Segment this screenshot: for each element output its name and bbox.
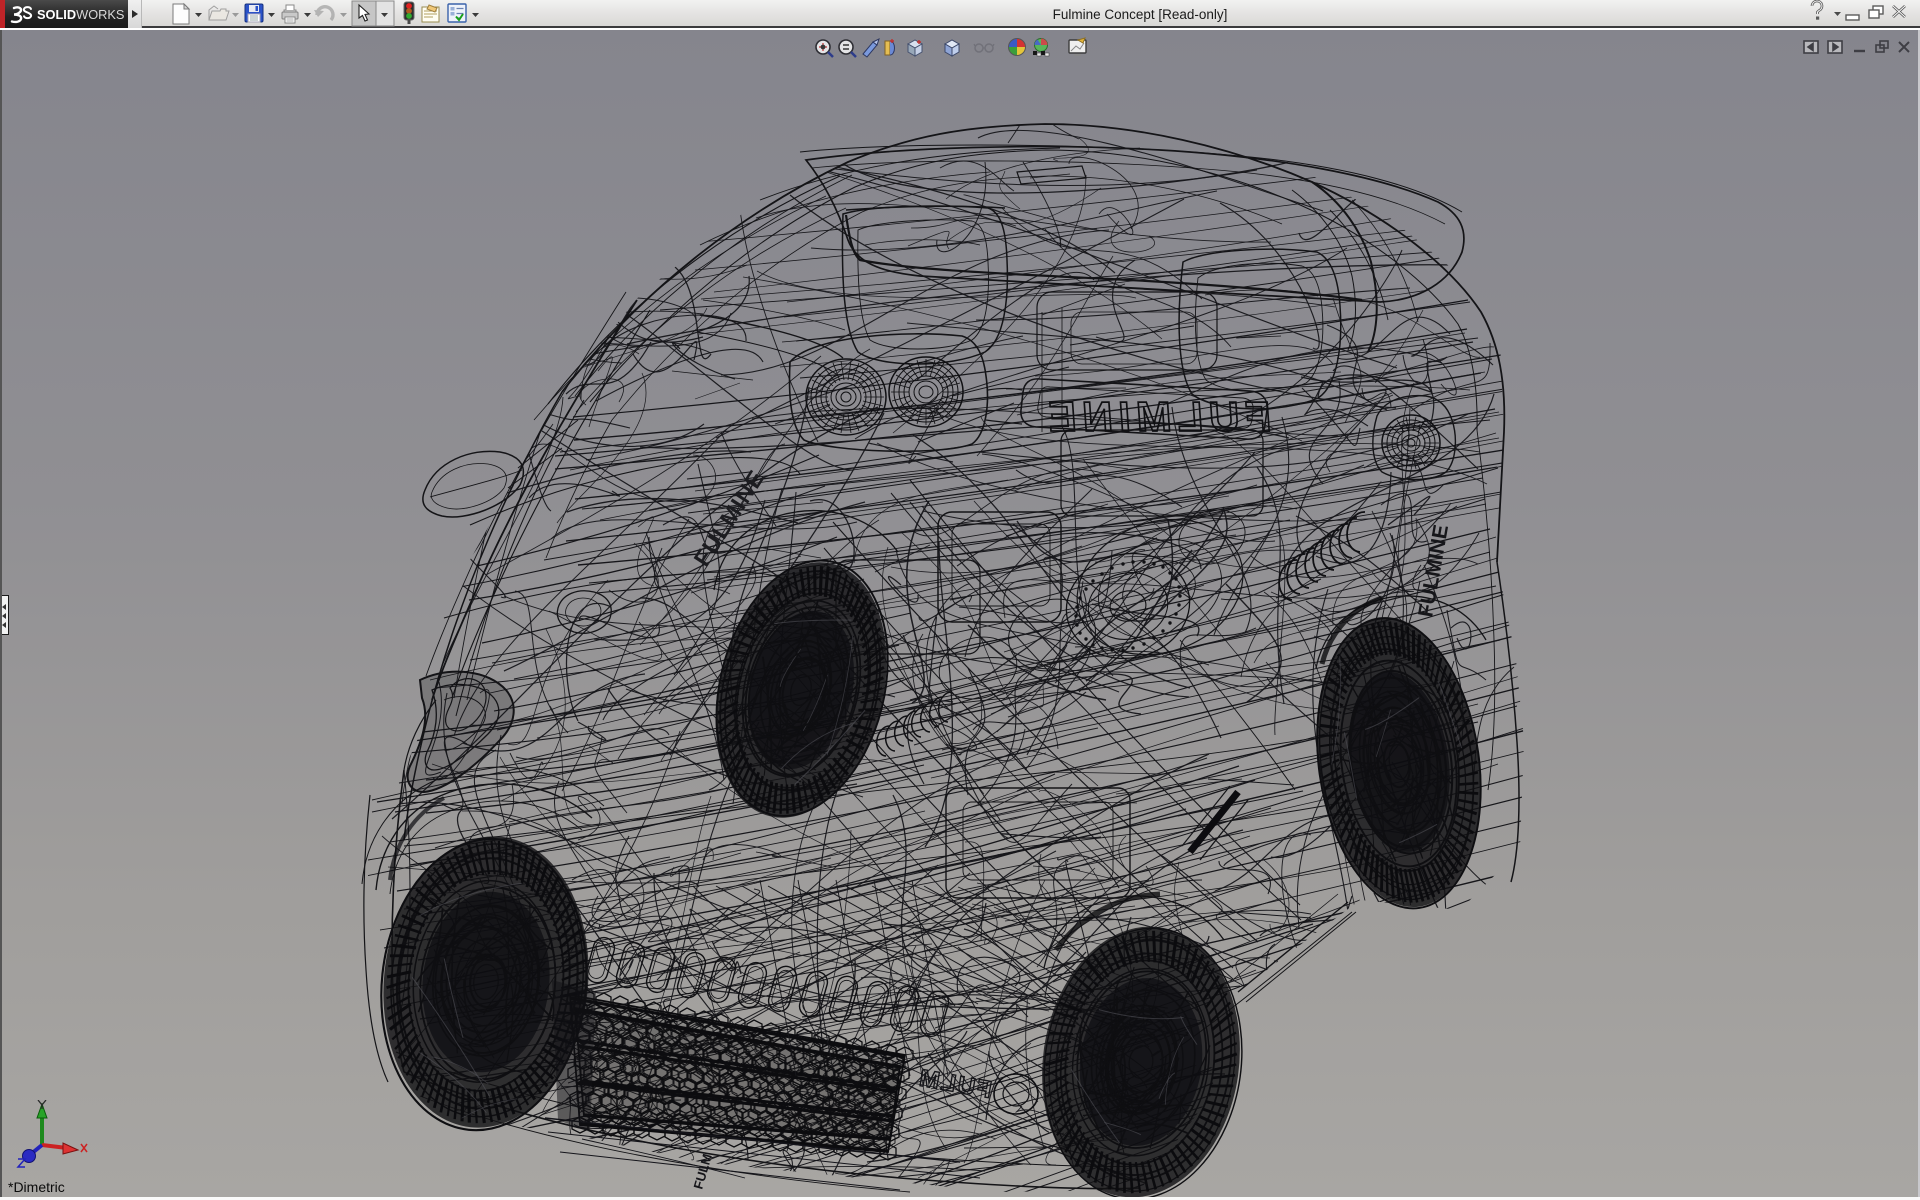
svg-text:SOLIDWORKS: SOLIDWORKS xyxy=(37,7,124,22)
svg-text:FULMINE: FULMINE xyxy=(1041,393,1273,440)
svg-text:FULM: FULM xyxy=(690,1152,714,1191)
svg-text:FULM: FULM xyxy=(915,1064,993,1104)
